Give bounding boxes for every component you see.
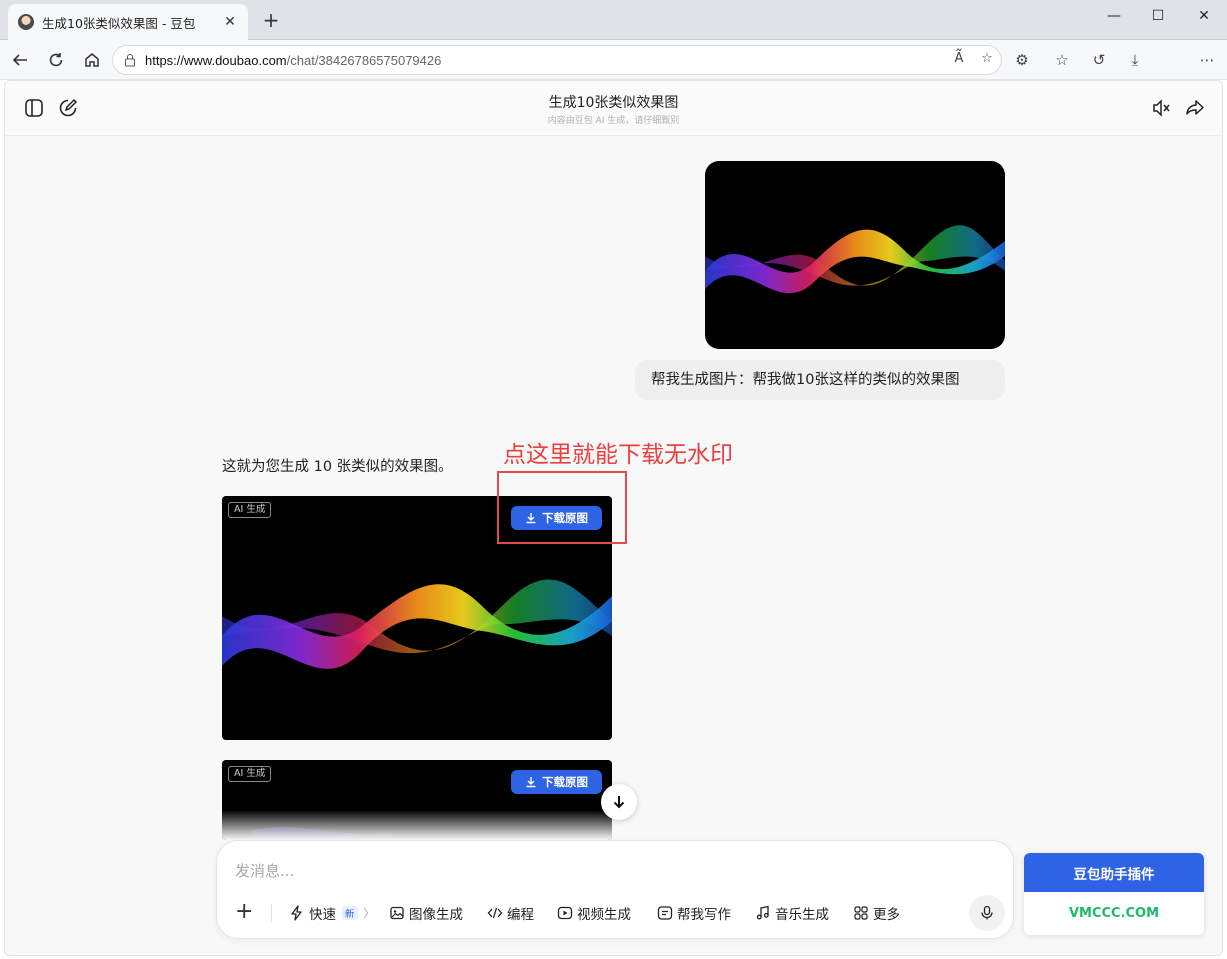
new-badge: 新 [342, 906, 358, 920]
download-original-label: 下载原图 [542, 775, 588, 789]
tool-label: 快速 [309, 907, 336, 923]
writing-icon [657, 906, 673, 920]
tool-label: 图像生成 [409, 907, 463, 923]
ai-generated-label: AI 生成 [228, 766, 272, 782]
microphone-icon [981, 905, 993, 920]
url-text: https://www.doubao.com/chat/384267865750… [145, 52, 442, 68]
tool-image-generation[interactable]: 图像生成 [389, 903, 463, 923]
user-uploaded-image[interactable] [705, 161, 1005, 349]
chat-app: 生成10张类似效果图 内容由豆包 AI 生成，请仔细甄别 帮我生成图片：帮我做1… [4, 80, 1223, 956]
annotation-text: 点这里就能下载无水印 [503, 442, 733, 468]
doubao-favicon-icon [18, 14, 34, 30]
chat-header: 生成10张类似效果图 内容由豆包 AI 生成，请仔细甄别 [5, 81, 1222, 136]
favorite-star-icon[interactable]: ☆ [977, 51, 997, 71]
tool-more[interactable]: 更多 [853, 903, 900, 923]
close-window-icon[interactable]: ✕ [1194, 8, 1214, 24]
message-composer[interactable]: 发消息... + 快速 新 〉 图像生成 编程 视频生成 帮我写作 音乐生成 更… [216, 840, 1014, 939]
home-icon[interactable] [80, 48, 104, 72]
read-aloud-icon[interactable]: A᷉ [949, 51, 969, 71]
image-icon [390, 906, 404, 920]
tool-video-generation[interactable]: 视频生成 [557, 903, 631, 923]
browser-toolbar: https://www.doubao.com/chat/384267865750… [0, 40, 1227, 112]
tool-writing[interactable]: 帮我写作 [657, 903, 731, 923]
assistant-reply-text: 这就为您生成 10 张类似的效果图。 [222, 459, 453, 475]
browser-tab[interactable]: 生成10张类似效果图 - 豆包 ✕ [8, 4, 248, 40]
chevron-right-icon: 〉 [363, 907, 375, 920]
arrow-down-icon [613, 796, 625, 809]
code-icon [487, 907, 503, 919]
tool-quick[interactable]: 快速 新 〉 [289, 903, 375, 923]
plugin-button[interactable]: 豆包助手插件 [1024, 853, 1204, 892]
music-icon [756, 905, 769, 920]
share-icon[interactable] [1184, 97, 1206, 119]
voice-input-button[interactable] [969, 895, 1005, 931]
annotation-highlight-box [497, 471, 627, 544]
image-fade [222, 810, 612, 840]
history-icon[interactable]: ↺ [1087, 48, 1111, 72]
more-menu-icon[interactable]: ⋯ [1195, 48, 1219, 72]
reload-icon[interactable] [44, 48, 68, 72]
video-icon [557, 906, 573, 920]
mute-speaker-icon[interactable] [1150, 97, 1172, 119]
message-input[interactable]: 发消息... [235, 860, 294, 881]
favorites-icon[interactable]: ☆ [1050, 48, 1074, 72]
tool-label: 编程 [507, 907, 534, 923]
new-tab-button[interactable]: + [260, 8, 282, 32]
generated-image-2[interactable]: AI 生成 下载原图 [222, 760, 612, 840]
tool-label: 更多 [873, 907, 900, 923]
tab-title: 生成10张类似效果图 - 豆包 [42, 15, 196, 31]
downloads-icon[interactable]: ⤓ [1123, 48, 1147, 72]
scroll-to-bottom-button[interactable] [601, 784, 637, 820]
address-bar[interactable]: https://www.doubao.com/chat/384267865750… [112, 45, 1002, 75]
user-message-bubble: 帮我生成图片：帮我做10张这样的类似的效果图 [635, 360, 1005, 400]
tool-music-generation[interactable]: 音乐生成 [755, 903, 829, 923]
ai-generated-label: AI 生成 [228, 502, 272, 518]
tool-coding[interactable]: 编程 [487, 903, 534, 923]
minimize-icon[interactable]: — [1104, 8, 1124, 24]
watermark-text: VMCCC.COM [1068, 906, 1160, 921]
tool-label: 视频生成 [577, 907, 631, 923]
back-arrow-icon[interactable] [8, 48, 32, 72]
download-original-button[interactable]: 下载原图 [511, 770, 602, 794]
grid-icon [854, 906, 868, 920]
add-attachment-icon[interactable]: + [235, 901, 253, 923]
extensions-icon[interactable]: ⚙ [1010, 48, 1034, 72]
download-icon [526, 777, 536, 788]
lightning-icon [291, 905, 302, 921]
divider [271, 904, 272, 922]
ai-disclaimer: 内容由豆包 AI 生成，请仔细甄别 [547, 116, 680, 126]
browser-tabbar: 生成10张类似效果图 - 豆包 ✕ + — ☐ ✕ [0, 0, 1227, 40]
chat-title: 生成10张类似效果图 [548, 95, 679, 111]
plugin-card[interactable]: 豆包助手插件 VMCCC.COM [1024, 853, 1204, 935]
tool-label: 帮我写作 [677, 907, 731, 923]
tool-label: 音乐生成 [775, 907, 829, 923]
lock-icon [125, 54, 135, 67]
maximize-icon[interactable]: ☐ [1148, 8, 1168, 24]
close-tab-icon[interactable]: ✕ [222, 14, 238, 30]
